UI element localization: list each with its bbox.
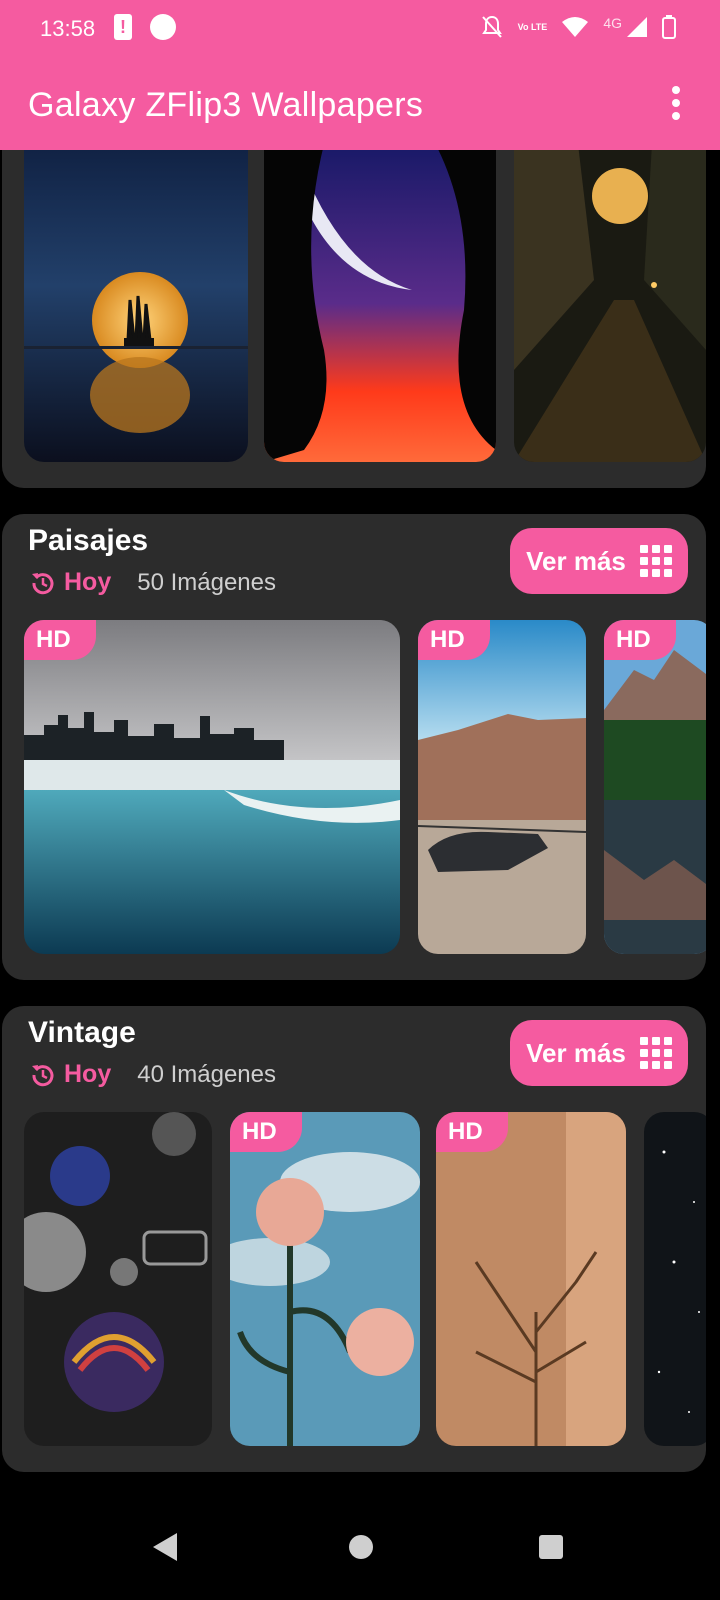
see-more-label: Ver más (526, 545, 626, 576)
hd-badge: HD (436, 1112, 508, 1152)
wallpaper-thumb[interactable]: HD (264, 110, 496, 462)
hd-badge: HD (230, 1112, 302, 1152)
updated-label: Hoy (64, 1060, 112, 1088)
battery-icon (662, 15, 676, 39)
page-title: Galaxy ZFlip3 Wallpapers (28, 86, 424, 124)
status-time: 13:58 (40, 16, 96, 41)
app-header: 13:58 ! Vo LTE 4G Galaxy ZFlip3 Wallpape… (0, 0, 720, 150)
notification-dot-icon (150, 14, 176, 40)
status-bar: 13:58 ! Vo LTE 4G (0, 0, 720, 58)
section-paisajes: Paisajes Hoy 50 Imágenes Ver más HD HD H… (2, 514, 706, 980)
wallpaper-image (514, 110, 706, 462)
wallpaper-thumb[interactable] (644, 1112, 706, 1446)
status-icons: Vo LTE 4G (480, 14, 676, 40)
grid-icon (639, 545, 672, 577)
grid-icon (639, 1037, 672, 1069)
back-icon[interactable] (153, 1533, 177, 1561)
wallpaper-thumb[interactable]: HD (418, 620, 586, 954)
wallpaper-thumb[interactable]: HD (24, 620, 400, 954)
wallpaper-image (24, 620, 400, 954)
network-type: 4G (603, 15, 622, 31)
wallpaper-thumb[interactable]: HD (436, 1112, 626, 1446)
image-count: 50 Imágenes (137, 568, 276, 596)
image-count: 40 Imágenes (137, 1060, 276, 1088)
bell-muted-icon (481, 15, 502, 38)
overflow-menu-icon[interactable] (670, 86, 682, 120)
hd-badge: HD (418, 620, 490, 660)
section-vintage: Vintage Hoy 40 Imágenes Ver más HD HD (2, 1006, 706, 1472)
section-meta: Hoy 50 Imágenes (30, 568, 276, 597)
history-icon (32, 572, 54, 594)
volte-icon: Vo LTE (517, 22, 548, 32)
see-more-button[interactable]: Ver más (510, 1020, 688, 1086)
alert-icon: ! (114, 14, 132, 40)
wifi-icon (562, 17, 589, 37)
hd-badge: HD (24, 620, 96, 660)
signal-icon (627, 17, 647, 37)
section-meta: Hoy 40 Imágenes (30, 1060, 276, 1089)
recents-icon[interactable] (539, 1535, 563, 1559)
wallpaper-image (436, 1112, 626, 1446)
section-title: Paisajes (28, 524, 149, 557)
see-more-label: Ver más (526, 1037, 626, 1068)
updated-label: Hoy (64, 568, 112, 596)
section-title: Vintage (28, 1016, 136, 1049)
wallpaper-image (230, 1112, 420, 1446)
wallpaper-thumb[interactable]: HD (604, 620, 706, 954)
wallpaper-image (24, 110, 248, 462)
wallpaper-thumb[interactable] (24, 1112, 212, 1446)
wallpaper-section-previous: HD (2, 110, 706, 488)
wallpaper-image (604, 620, 706, 954)
home-icon[interactable] (349, 1535, 373, 1559)
wallpaper-thumb[interactable] (514, 110, 706, 462)
wallpaper-image (264, 110, 496, 462)
wallpaper-image (24, 1112, 212, 1446)
wallpaper-image (644, 1112, 706, 1446)
hd-badge: HD (604, 620, 676, 660)
wallpaper-image (418, 620, 586, 954)
history-icon (32, 1064, 54, 1086)
wallpaper-thumb[interactable]: HD (230, 1112, 420, 1446)
see-more-button[interactable]: Ver más (510, 528, 688, 594)
wallpaper-thumb[interactable] (24, 110, 248, 462)
